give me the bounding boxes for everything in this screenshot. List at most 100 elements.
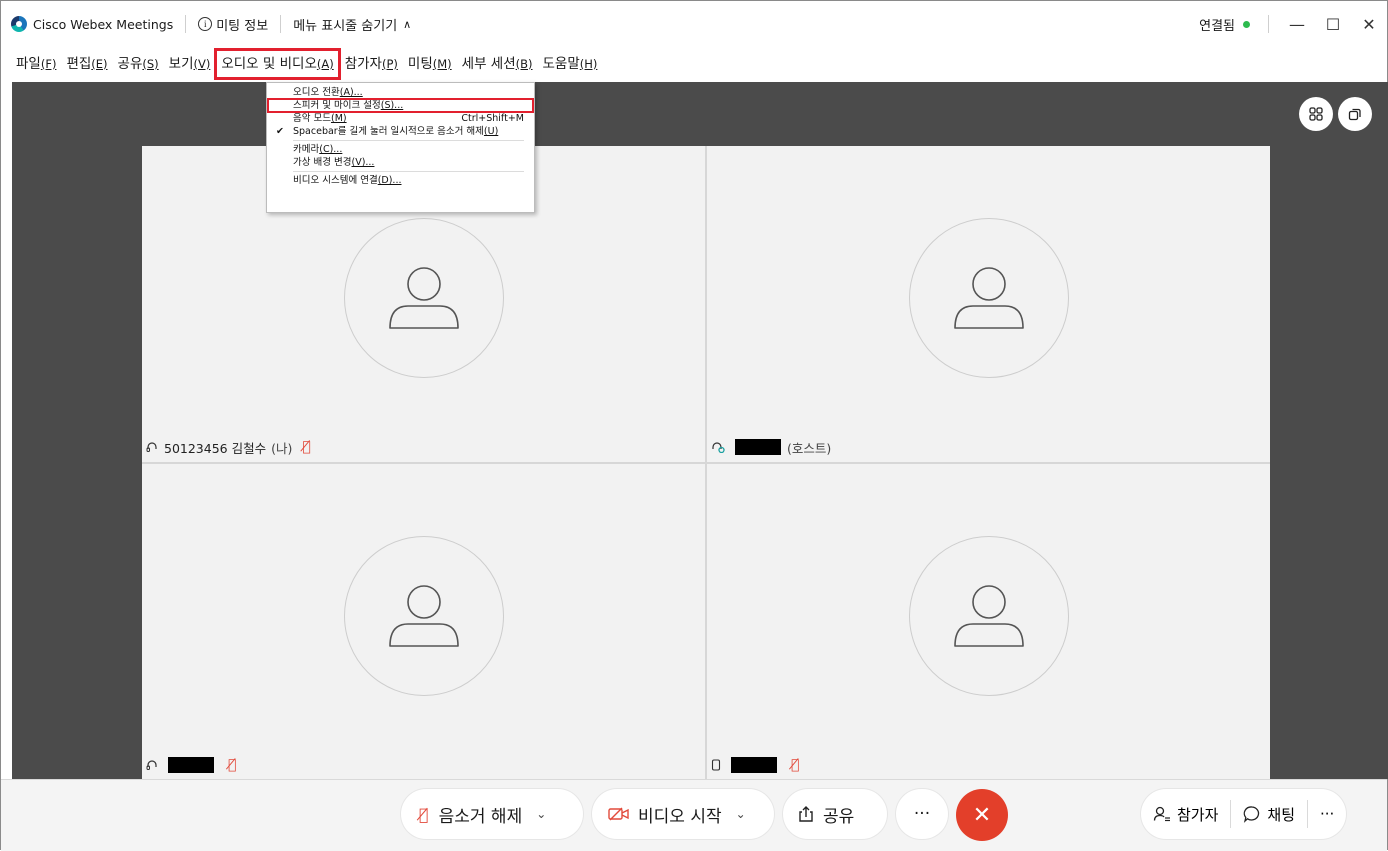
menu-label: 보기 — [168, 56, 194, 72]
menu-item-accelerator: (U) — [483, 126, 499, 137]
redacted-name — [168, 757, 214, 773]
participant-name: 50123456 김철수 — [164, 440, 267, 456]
video-stage: 50123456 김철수 (나) 🎙̸ (호스트) 🎙̸ 🎙̸ — [12, 82, 1388, 780]
menu-item-camera[interactable]: 카메라(C)... — [267, 143, 534, 156]
menu-item-label: 카메라 — [293, 144, 320, 155]
menu-item-accelerator: (A)... — [339, 87, 363, 98]
popout-button[interactable] — [1338, 97, 1372, 131]
menu-item-accelerator: (C)... — [319, 144, 343, 155]
menu-file[interactable]: 파일(F) — [11, 49, 61, 79]
participant-role: (호스트) — [787, 440, 832, 456]
chevron-down-icon[interactable]: ⌄ — [736, 807, 746, 821]
headset-icon — [146, 442, 157, 452]
unmute-label: 음소거 해제 — [438, 806, 523, 827]
more-icon: ··· — [913, 804, 931, 824]
menu-breakout[interactable]: 세부 세션(B) — [457, 49, 538, 79]
app-title: Cisco Webex Meetings — [33, 16, 174, 32]
chat-panel-button[interactable]: 채팅 — [1231, 789, 1307, 839]
participant-role: (나) — [271, 440, 293, 456]
menu-edit[interactable]: 편집(E) — [61, 49, 112, 79]
title-separator — [185, 15, 187, 33]
participant-name-tag: 🎙̸ — [711, 755, 799, 775]
chevron-down-icon[interactable]: ⌄ — [536, 807, 546, 821]
menu-accelerator: (P) — [381, 57, 398, 71]
meeting-controls-bar: 🎙̸ 음소거 해제 ⌄ 비디오 시작 ⌄ 공유 ··· ✕ 참가자 채팅 ··· — [1, 779, 1387, 851]
menu-item-label: 스피커 및 마이크 설정 — [293, 100, 381, 111]
menu-meeting[interactable]: 미팅(M) — [403, 49, 457, 79]
connection-status: 연결됨 — [1199, 18, 1235, 34]
chat-label: 채팅 — [1267, 805, 1296, 824]
webex-window: Cisco Webex Meetings i 미팅 정보 메뉴 표시줄 숨기기 … — [0, 0, 1388, 851]
meeting-info-button[interactable]: i 미팅 정보 — [198, 15, 268, 34]
title-separator — [1268, 15, 1269, 33]
maximize-icon[interactable]: ☐ — [1315, 15, 1351, 34]
menu-bar: 파일(F) 편집(E) 공유(S) 보기(V) 오디오 및 비디오(A) 참가자… — [1, 48, 603, 80]
participants-icon — [1153, 806, 1170, 822]
mic-muted-icon: 🎙̸ — [791, 757, 800, 773]
menu-item-video-system[interactable]: 비디오 시스템에 연결(D)... — [267, 174, 534, 187]
start-video-button[interactable]: 비디오 시작 ⌄ — [592, 789, 774, 839]
menu-item-label: 가상 배경 변경 — [293, 157, 352, 168]
person-icon — [388, 267, 459, 329]
menu-participants[interactable]: 참가자(P) — [340, 49, 403, 79]
start-video-label: 비디오 시작 — [638, 806, 722, 827]
connection-dot-icon — [1243, 20, 1250, 28]
close-icon[interactable]: ✕ — [1351, 15, 1387, 34]
chat-icon — [1244, 806, 1260, 823]
menu-item-virtual-background[interactable]: 가상 배경 변경(V)... — [267, 156, 534, 169]
minimize-icon[interactable]: — — [1279, 15, 1315, 34]
menu-label: 도움말 — [542, 56, 580, 72]
menu-accelerator: (S) — [142, 57, 159, 71]
participants-panel-button[interactable]: 참가자 — [1141, 789, 1230, 839]
mic-muted-icon: 🎙̸ — [228, 757, 237, 773]
share-icon — [799, 806, 813, 822]
menu-accelerator: (V) — [193, 57, 211, 71]
video-grid: 50123456 김철수 (나) 🎙̸ (호스트) 🎙̸ 🎙̸ — [142, 146, 1270, 780]
menu-item-speaker-mic-settings[interactable]: 스피커 및 마이크 설정(S)... — [267, 98, 534, 113]
menu-share[interactable]: 공유(S) — [113, 49, 164, 79]
hide-menu-label: 메뉴 표시줄 숨기기 — [293, 18, 398, 34]
menu-label: 참가자 — [344, 56, 382, 72]
share-label: 공유 — [823, 806, 855, 827]
participant-tile[interactable]: (호스트) — [707, 146, 1270, 462]
person-icon — [388, 585, 459, 647]
audio-video-dropdown: 오디오 전환(A)... 스피커 및 마이크 설정(S)... 음악 모드(M)… — [266, 82, 535, 213]
menu-item-switch-audio[interactable]: 오디오 전환(A)... — [267, 86, 534, 99]
menu-help[interactable]: 도움말(H) — [538, 49, 603, 79]
menu-label: 파일 — [16, 56, 41, 72]
more-icon: ··· — [1320, 805, 1335, 823]
menu-accelerator: (H) — [579, 57, 598, 71]
menu-audio-video[interactable]: 오디오 및 비디오(A) — [214, 48, 341, 80]
person-icon — [953, 585, 1024, 647]
person-icon — [953, 267, 1024, 329]
menu-label: 공유 — [117, 56, 143, 72]
layout-grid-button[interactable] — [1299, 97, 1333, 131]
info-icon: i — [198, 17, 213, 31]
headset-icon — [146, 760, 157, 770]
participant-tile[interactable]: 🎙̸ — [142, 464, 705, 780]
participant-name-tag: 50123456 김철수 (나) 🎙̸ — [146, 437, 311, 457]
panel-buttons: 참가자 채팅 ··· — [1141, 789, 1347, 839]
redacted-name — [731, 757, 777, 773]
hide-menu-button[interactable]: 메뉴 표시줄 숨기기 ∧ — [293, 15, 411, 34]
share-button[interactable]: 공유 — [783, 789, 887, 839]
redacted-name — [735, 439, 781, 455]
participant-tile[interactable]: 🎙̸ — [707, 464, 1270, 780]
menu-item-label: 비디오 시스템에 연결 — [293, 175, 378, 186]
menu-item-accelerator: (V)... — [351, 157, 375, 168]
avatar — [343, 536, 504, 696]
unmute-button[interactable]: 🎙̸ 음소거 해제 ⌄ — [401, 789, 583, 839]
headset-active-icon — [712, 442, 725, 453]
menu-view[interactable]: 보기(V) — [164, 49, 216, 79]
more-panels-button[interactable]: ··· — [1308, 789, 1346, 839]
check-icon: ✔ — [276, 126, 284, 137]
menu-item-spacebar-unmute[interactable]: ✔ Spacebar를 길게 눌러 일시적으로 음소거 해제(U) — [267, 125, 534, 138]
end-meeting-button[interactable]: ✕ — [956, 789, 1008, 841]
menu-item-label: 오디오 전환 — [293, 87, 340, 98]
menu-accelerator: (F) — [40, 57, 57, 71]
menu-item-music-mode[interactable]: 음악 모드(M) Ctrl+Shift+M — [267, 112, 534, 125]
phone-icon — [711, 759, 721, 771]
menu-accelerator: (A) — [316, 57, 334, 71]
menu-item-label: 음악 모드 — [293, 113, 331, 124]
more-options-button[interactable]: ··· — [896, 789, 948, 839]
